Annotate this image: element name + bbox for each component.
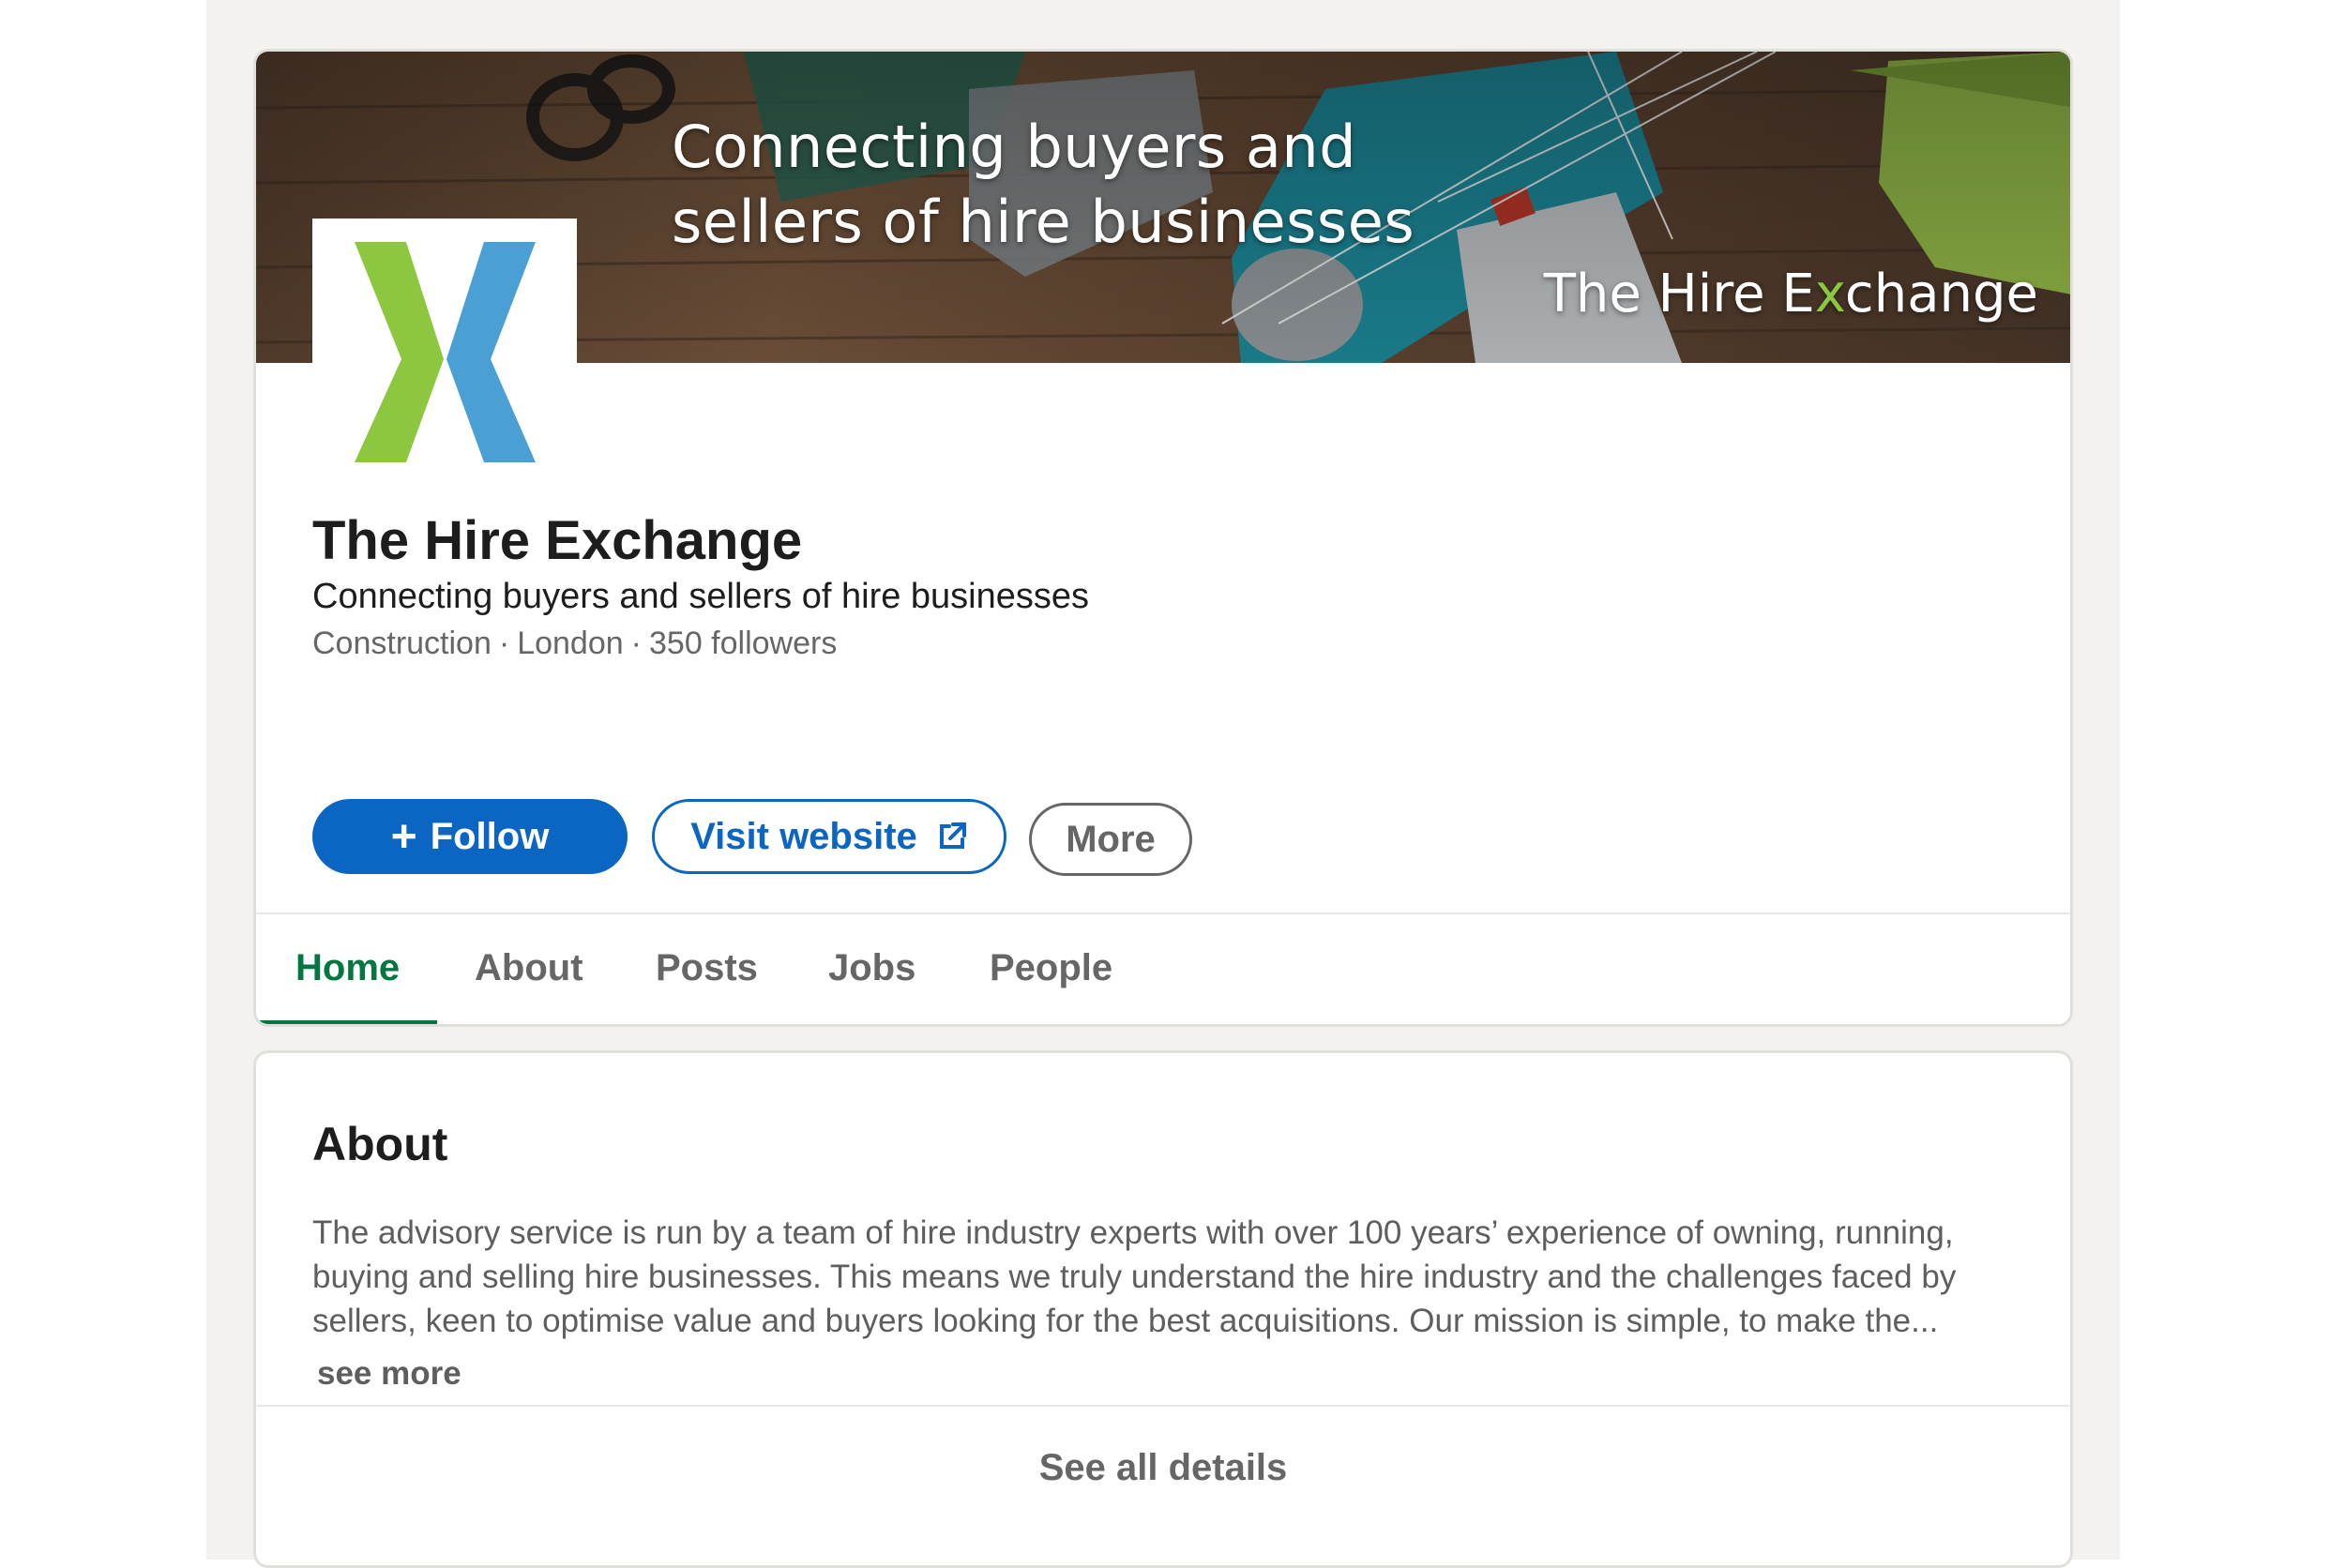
tab-posts[interactable]: Posts <box>656 947 758 989</box>
plus-icon: + <box>390 811 417 862</box>
visit-website-button[interactable]: Visit website <box>652 799 1006 874</box>
banner-brand-name: The Hire Exchange <box>1544 264 2038 324</box>
meta-separator: · <box>498 626 510 661</box>
banner-tagline: Connecting buyers and sellers of hire bu… <box>672 110 1422 260</box>
banner-tagline-line-2: sellers of hire businesses <box>672 188 1415 256</box>
followers-count: 350 followers <box>649 626 838 661</box>
location-label: London <box>517 626 624 661</box>
company-name: The Hire Exchange <box>312 510 803 571</box>
company-tagline: Connecting buyers and sellers of hire bu… <box>312 577 1090 616</box>
more-button[interactable]: More <box>1029 803 1192 876</box>
see-all-details-button[interactable]: See all details <box>256 1447 2070 1489</box>
tab-home[interactable]: Home <box>295 947 400 989</box>
industry-label: Construction <box>312 626 492 661</box>
about-divider <box>256 1405 2070 1407</box>
external-link-icon <box>939 822 966 849</box>
active-tab-indicator <box>256 1020 437 1024</box>
about-description: The advisory service is run by a team of… <box>312 1214 1957 1339</box>
meta-separator: · <box>630 626 642 661</box>
banner-brand-x: x <box>1814 264 1845 324</box>
hire-exchange-x-logo-icon <box>355 242 536 462</box>
about-card: About The advisory service is run by a t… <box>253 1050 2073 1568</box>
banner-tagline-line-1: Connecting buyers and <box>672 113 1357 181</box>
visit-website-label: Visit website <box>690 815 917 857</box>
company-logo[interactable] <box>312 219 577 483</box>
company-profile-card: Connecting buyers and sellers of hire bu… <box>253 49 2073 1027</box>
follow-button-label: Follow <box>430 815 550 857</box>
tab-jobs[interactable]: Jobs <box>828 947 915 989</box>
see-more-link[interactable]: see more <box>317 1355 461 1393</box>
tab-people[interactable]: People <box>990 947 1112 989</box>
banner-brand-prefix: The Hire E <box>1543 264 1815 324</box>
tabs-divider <box>256 912 2070 914</box>
banner-brand-suffix: change <box>1844 264 2038 324</box>
follow-button[interactable]: + Follow <box>312 799 628 874</box>
company-meta: Construction · London · 350 followers <box>312 626 837 662</box>
tab-about[interactable]: About <box>475 947 583 989</box>
about-heading: About <box>312 1118 448 1170</box>
